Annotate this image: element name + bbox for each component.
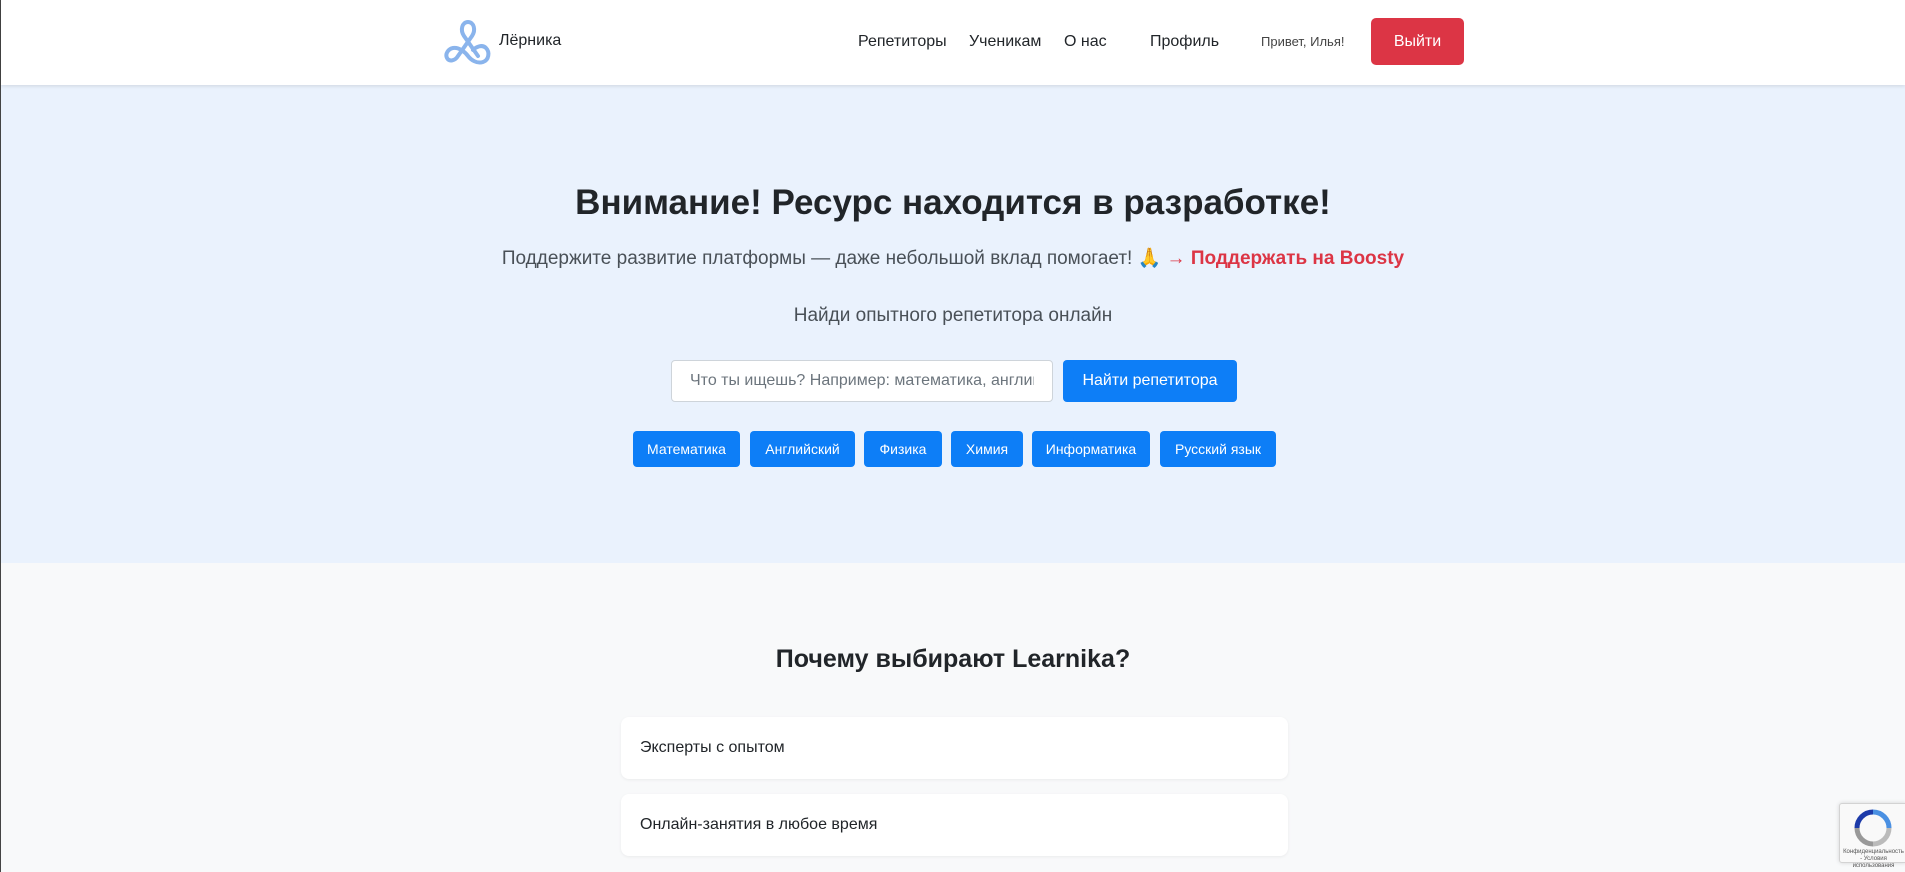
tag-math[interactable]: Математика: [633, 431, 740, 467]
nav-students[interactable]: Ученикам: [969, 33, 1041, 51]
nav-about[interactable]: О нас: [1064, 33, 1107, 51]
boosty-link[interactable]: Поддержать на Boosty: [1191, 248, 1404, 269]
tag-informatics[interactable]: Информатика: [1032, 431, 1150, 467]
user-greeting: Привет, Илья!: [1261, 34, 1345, 49]
tag-russian[interactable]: Русский язык: [1160, 431, 1276, 467]
hero-title: Внимание! Ресурс находится в разработке!: [575, 183, 1331, 222]
search-input[interactable]: [671, 360, 1053, 402]
site-header: Лёрника Репетиторы Ученикам О нас Профил…: [1, 0, 1905, 85]
logo-text: Лёрника: [499, 32, 562, 49]
nav-tutors[interactable]: Репетиторы: [858, 33, 947, 51]
arrow-right-icon: →: [1166, 248, 1186, 269]
hero-tagline: Найди опытного репетитора онлайн: [793, 305, 1113, 326]
page: Лёрника Репетиторы Ученикам О нас Профил…: [0, 0, 1905, 872]
feature-card[interactable]: Эксперты с опытом: [621, 717, 1288, 779]
recaptcha-icon: [1854, 809, 1892, 847]
tag-english[interactable]: Английский: [750, 431, 855, 467]
logout-button[interactable]: Выйти: [1371, 18, 1464, 65]
recaptcha-text: Конфиденциальность - Условия использован…: [1843, 849, 1904, 869]
recaptcha-badge[interactable]: Конфиденциальность - Условия использован…: [1839, 803, 1905, 869]
support-line: Поддержите развитие платформы — даже неб…: [1, 246, 1905, 270]
find-tutor-button[interactable]: Найти репетитора: [1063, 360, 1237, 402]
tag-chemistry[interactable]: Химия: [951, 431, 1023, 467]
feature-card[interactable]: Онлайн-занятия в любое время: [621, 794, 1288, 856]
nav-profile[interactable]: Профиль: [1150, 33, 1219, 51]
hero-section: Внимание! Ресурс находится в разработке!…: [1, 85, 1905, 563]
why-title: Почему выбирают Learnika?: [775, 645, 1131, 673]
tag-physics[interactable]: Физика: [864, 431, 942, 467]
logo[interactable]: Лёрника: [443, 18, 561, 66]
logo-icon: [444, 20, 491, 65]
support-text: Поддержите развитие платформы — даже неб…: [501, 248, 1162, 269]
